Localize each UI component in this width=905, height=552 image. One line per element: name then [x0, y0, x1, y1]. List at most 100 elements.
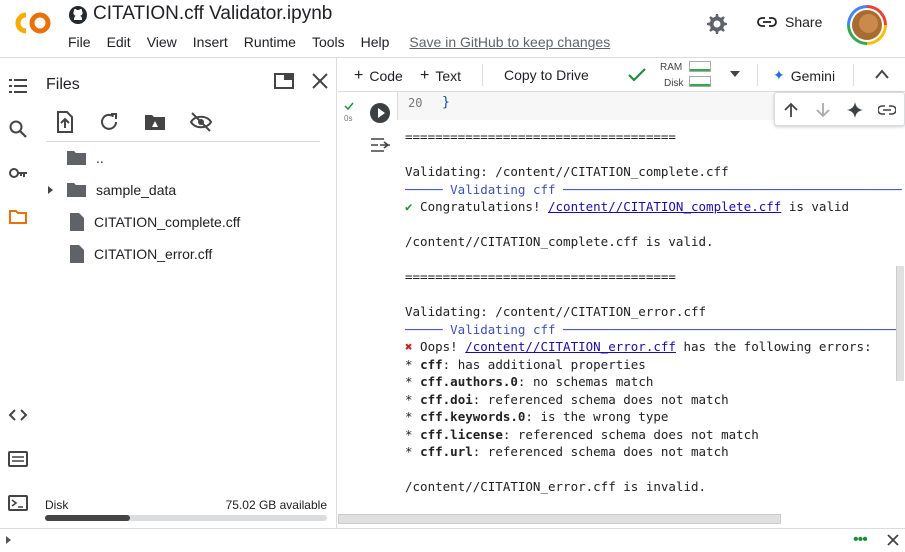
command-palette-icon[interactable] [8, 449, 28, 469]
expand-arrow-icon[interactable] [46, 185, 56, 195]
folder-icon[interactable] [8, 207, 28, 227]
folder-open-icon [67, 151, 86, 165]
table-of-contents-icon[interactable] [8, 76, 28, 96]
colab-logo-icon[interactable] [12, 10, 54, 36]
error-msg: : referenced schema does not match [502, 426, 759, 442]
tree-item-label: CITATION_complete.cff [94, 214, 241, 230]
tree-item-citation-complete[interactable]: CITATION_complete.cff [68, 208, 240, 236]
gear-icon[interactable] [705, 12, 729, 36]
menu-tools[interactable]: Tools [312, 34, 345, 50]
error-key: cff.doi [420, 391, 473, 407]
separator-line: ==================================== [405, 269, 676, 284]
left-rail [0, 58, 36, 528]
execution-time: 0s [344, 114, 353, 123]
disk-usage-fill [45, 515, 130, 521]
notebook-toolbar: + Code + Text Copy to Drive ✦ Gemini [338, 58, 905, 92]
error-key: cff.url [420, 444, 473, 459]
separator-line: ==================================== [405, 129, 676, 144]
gemini-label: Gemini [790, 67, 836, 84]
result-invalid-line: /content//CITATION_error.cff is invalid. [405, 479, 707, 494]
tree-item-parent[interactable]: .. [66, 144, 104, 172]
folder-icon [67, 183, 86, 197]
tree-item-citation-error[interactable]: CITATION_error.cff [68, 240, 212, 268]
search-icon[interactable] [8, 119, 28, 139]
share-button[interactable]: Share [757, 12, 822, 32]
output-horizontal-scrollbar[interactable] [338, 514, 781, 524]
refresh-icon[interactable] [97, 110, 121, 134]
chevron-up-icon[interactable] [875, 69, 889, 79]
output-actions-icon[interactable] [370, 136, 392, 154]
code-snippets-icon[interactable] [8, 405, 28, 425]
disk-usage-label: Disk [664, 78, 684, 89]
disk-available: 75.02 GB available [225, 498, 327, 512]
notebook-title[interactable]: CITATION.cff Validator.ipynb [93, 3, 332, 25]
gemini-sparkle-icon[interactable] [846, 101, 864, 119]
error-msg: : is the wrong type [525, 409, 669, 424]
resource-indicator[interactable]: RAM Disk [660, 60, 683, 92]
more-dots-icon[interactable]: ••• [853, 531, 868, 549]
code-text: } [442, 95, 450, 110]
validating-cff-header: Validating cff [450, 181, 556, 197]
move-up-icon[interactable] [782, 101, 800, 119]
expand-caret-icon[interactable] [6, 536, 11, 544]
output-vertical-scrollbar[interactable] [896, 266, 904, 381]
ram-label: RAM [660, 62, 683, 73]
files-divider [46, 141, 320, 142]
toolbar-divider [757, 64, 758, 86]
error-key: cff.authors.0 [420, 374, 518, 389]
disk-label: Disk [45, 498, 69, 512]
oops-text: Oops! [412, 339, 466, 354]
error-key: cff.license [420, 426, 503, 442]
result-valid-line: /content//CITATION_complete.cff is valid… [405, 234, 714, 249]
copy-to-drive-button[interactable]: Copy to Drive [504, 67, 589, 83]
ram-meter [689, 61, 711, 72]
execution-check-icon [344, 102, 354, 110]
menu-edit[interactable]: Edit [107, 34, 131, 50]
header-rule-left: ───── [405, 321, 451, 337]
link-icon[interactable] [878, 101, 896, 119]
connected-check-icon[interactable] [628, 67, 646, 83]
files-panel: Files .. sample_data CITATION_complete.c… [36, 58, 337, 528]
error-msg: : referenced schema does not match [472, 444, 729, 459]
error-key: cff [420, 356, 443, 372]
close-icon[interactable] [886, 533, 900, 547]
share-label: Share [785, 14, 823, 30]
upload-file-icon[interactable] [53, 110, 77, 134]
menu-help[interactable]: Help [361, 34, 390, 50]
mount-drive-icon[interactable] [143, 110, 167, 134]
save-in-github-link[interactable]: Save in GitHub to keep changes [409, 34, 610, 50]
file-icon [70, 245, 84, 263]
tree-item-label: .. [96, 150, 104, 166]
plus-icon: + [354, 67, 364, 84]
github-icon [69, 6, 87, 24]
errors-intro: has the following errors: [675, 339, 872, 354]
chevron-down-icon[interactable] [729, 70, 741, 78]
menu-insert[interactable]: Insert [193, 34, 228, 50]
close-icon[interactable] [309, 70, 331, 92]
gemini-button[interactable]: ✦ Gemini [773, 67, 835, 84]
error-msg: : has additional properties [442, 356, 646, 372]
key-icon[interactable] [8, 163, 28, 183]
app-header: CITATION.cff Validator.ipynb File Edit V… [0, 0, 905, 58]
tree-item-sample-data[interactable]: sample_data [46, 176, 176, 204]
hide-files-icon[interactable] [189, 110, 213, 134]
terminal-icon[interactable] [8, 493, 28, 513]
add-text-button[interactable]: + Text [420, 67, 461, 85]
run-cell-button[interactable] [370, 103, 390, 123]
add-code-button[interactable]: + Code [354, 67, 403, 85]
congrats-text: Congratulations! [412, 199, 548, 214]
open-in-tab-icon[interactable] [273, 70, 295, 92]
disk-usage-bar [45, 515, 327, 521]
link-icon [757, 17, 777, 27]
path-link[interactable]: /content//CITATION_complete.cff [548, 199, 781, 214]
menu-file[interactable]: File [68, 34, 91, 50]
validating-line: Validating: /content//CITATION_complete.… [405, 164, 729, 179]
menu-view[interactable]: View [147, 34, 177, 50]
line-number: 20 [408, 96, 423, 110]
path-link[interactable]: /content//CITATION_error.cff [465, 339, 676, 354]
menu-runtime[interactable]: Runtime [244, 34, 296, 50]
toolbar-divider [853, 64, 854, 86]
error-msg: : no schemas match [517, 374, 654, 389]
avatar[interactable] [847, 5, 887, 45]
move-down-icon[interactable] [814, 101, 832, 119]
